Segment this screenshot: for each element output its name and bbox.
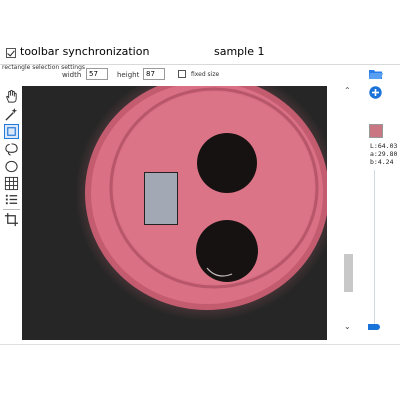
grid-icon[interactable] <box>4 176 19 191</box>
rectangle-selection[interactable] <box>144 172 178 225</box>
toolbar-sync-checkbox[interactable] <box>6 48 16 58</box>
width-input[interactable] <box>86 68 108 80</box>
zoom-slider-handle[interactable] <box>368 324 380 330</box>
sampled-color-swatch <box>369 124 383 138</box>
fixed-size-checkbox[interactable] <box>178 70 186 78</box>
ellipse-select-icon[interactable] <box>4 159 19 174</box>
scroll-down-icon[interactable]: ⌄ <box>344 322 351 331</box>
image-title: sample 1 <box>214 45 265 58</box>
rectangle-select-icon[interactable] <box>4 124 19 139</box>
list-icon[interactable] <box>4 192 19 207</box>
add-icon[interactable] <box>369 84 382 99</box>
fixed-size-label: fixed size <box>191 71 220 78</box>
open-folder-icon[interactable] <box>368 66 384 80</box>
lab-a-value: a:29.80 <box>370 150 398 158</box>
selection-settings-title: rectangle selection settings <box>2 64 86 71</box>
lab-b-value: b:4.24 <box>370 158 394 166</box>
vertical-scrollbar[interactable]: ⌃ ⌄ <box>340 86 357 340</box>
height-label: height <box>117 71 140 79</box>
toolbar-sync-label: toolbar synchronization <box>20 45 150 58</box>
crop-icon[interactable] <box>4 212 19 227</box>
zoom-slider-track[interactable] <box>374 170 375 326</box>
lab-l-value: L:64.03 <box>370 142 398 150</box>
lasso-icon[interactable] <box>4 142 19 157</box>
image-canvas[interactable] <box>22 86 327 340</box>
bottom-divider <box>0 344 400 345</box>
tool-palette <box>0 86 22 340</box>
scroll-up-icon[interactable]: ⌃ <box>344 86 351 95</box>
scrollbar-thumb[interactable] <box>344 254 353 292</box>
width-label: width <box>62 71 82 79</box>
hand-icon[interactable] <box>4 89 19 104</box>
height-input[interactable] <box>143 68 165 80</box>
magic-wand-icon[interactable] <box>4 107 19 122</box>
toolbar-divider <box>3 209 20 210</box>
